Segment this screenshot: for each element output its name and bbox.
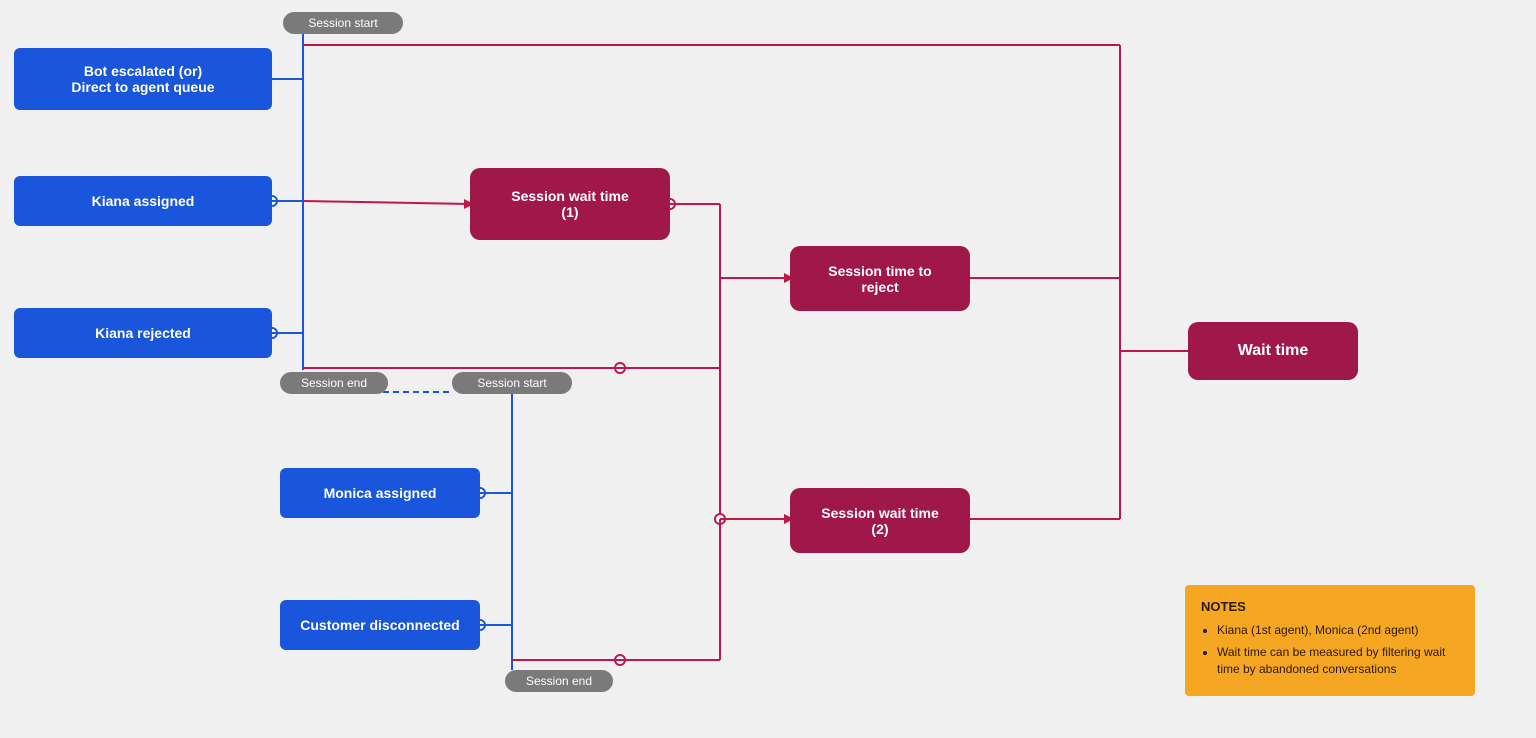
notes-item-1: Kiana (1st agent), Monica (2nd agent) (1217, 622, 1459, 639)
notes-list: Kiana (1st agent), Monica (2nd agent) Wa… (1201, 622, 1459, 677)
session-wait-time-1-box: Session wait time (1) (470, 168, 670, 240)
bot-escalated-box: Bot escalated (or) Direct to agent queue (14, 48, 272, 110)
pill-session-end-1: Session end (280, 372, 388, 394)
kiana-assigned-box: Kiana assigned (14, 176, 272, 226)
pill-session-start-1: Session start (283, 12, 403, 34)
session-time-to-reject-box: Session time to reject (790, 246, 970, 311)
notes-box: NOTES Kiana (1st agent), Monica (2nd age… (1185, 585, 1475, 696)
notes-title: NOTES (1201, 599, 1459, 614)
notes-item-2: Wait time can be measured by filtering w… (1217, 644, 1459, 678)
pill-session-end-2: Session end (505, 670, 613, 692)
kiana-rejected-box: Kiana rejected (14, 308, 272, 358)
pill-session-start-2: Session start (452, 372, 572, 394)
customer-disconnected-box: Customer disconnected (280, 600, 480, 650)
session-wait-time-2-box: Session wait time (2) (790, 488, 970, 553)
wait-time-box: Wait time (1188, 322, 1358, 380)
diagram-container: Session start Session end Session start … (0, 0, 1536, 738)
monica-assigned-box: Monica assigned (280, 468, 480, 518)
